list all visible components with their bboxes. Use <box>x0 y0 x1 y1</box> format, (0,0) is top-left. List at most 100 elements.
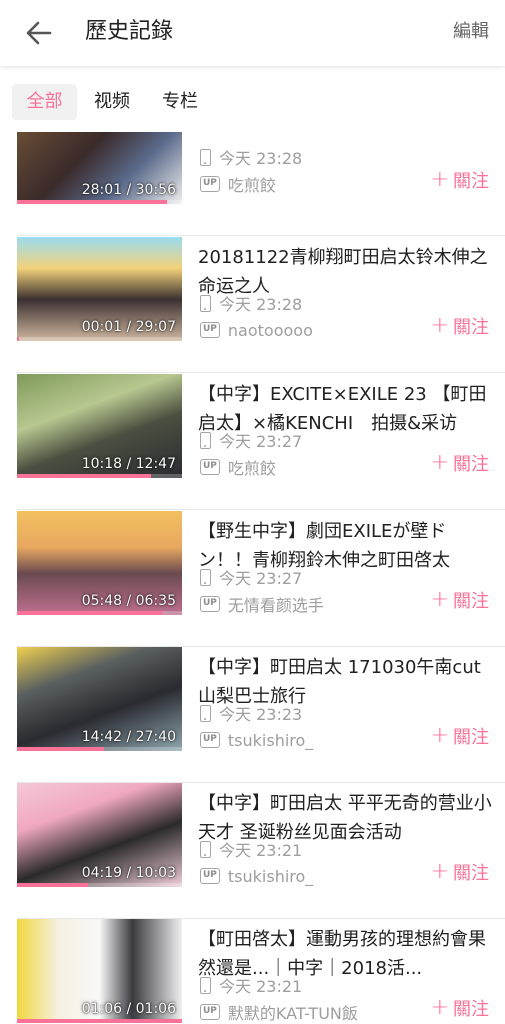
phone-icon <box>200 704 211 722</box>
filter-tabs: 全部 视频 专栏 <box>0 72 505 132</box>
follow-label: 關注 <box>453 727 489 748</box>
watch-progress-fill <box>17 474 151 478</box>
up-badge-icon: UP <box>200 868 220 884</box>
history-item[interactable]: 04:19 / 10:03 【中字】町田启太 平平无奇的营业小天才 圣诞粉丝见面… <box>0 783 505 919</box>
watch-time: 今天 23:28 <box>200 146 302 168</box>
watch-progress <box>17 611 182 615</box>
watch-time-label: 今天 23:27 <box>219 432 303 451</box>
up-badge-icon: UP <box>200 322 220 338</box>
uploader: UP tsukishiro_ <box>200 865 313 887</box>
follow-label: 關注 <box>453 863 489 884</box>
watch-time-label: 今天 23:21 <box>219 841 303 860</box>
plus-icon: + <box>430 313 449 338</box>
video-thumbnail[interactable]: 01:06 / 01:06 <box>17 919 182 1023</box>
uploader: UP 吃煎餃 <box>200 173 276 195</box>
watch-time: 今天 23:27 <box>200 429 302 451</box>
watch-time-label: 今天 23:21 <box>219 977 303 996</box>
up-badge-icon: UP <box>200 459 220 475</box>
edit-button[interactable]: 編輯 <box>453 18 489 46</box>
plus-icon: + <box>430 859 449 884</box>
watch-progress-fill <box>17 611 163 615</box>
duration-label: 14:42 / 27:40 <box>81 729 176 745</box>
uploader-name[interactable]: 无情看颜选手 <box>228 592 324 616</box>
follow-button[interactable]: + 關注 <box>431 994 489 1022</box>
watch-progress <box>17 883 182 887</box>
divider <box>17 372 505 373</box>
video-thumbnail[interactable]: 14:42 / 27:40 <box>17 647 182 751</box>
uploader-name[interactable]: tsukishiro_ <box>228 731 313 750</box>
watch-progress <box>17 200 182 204</box>
video-thumbnail[interactable]: 05:48 / 06:35 <box>17 511 182 615</box>
watch-time: 今天 23:21 <box>200 838 302 860</box>
follow-button[interactable]: + 關注 <box>431 166 489 194</box>
phone-icon <box>200 840 211 858</box>
follow-button[interactable]: + 關注 <box>431 449 489 477</box>
app-header: 歷史記錄 編輯 <box>0 0 505 66</box>
video-thumbnail[interactable]: 10:18 / 12:47 <box>17 374 182 478</box>
watch-time: 今天 23:21 <box>200 974 302 996</box>
follow-label: 關注 <box>453 454 489 475</box>
duration-label: 04:19 / 10:03 <box>81 865 176 881</box>
divider <box>17 509 505 510</box>
history-item[interactable]: 01:06 / 01:06 【町田啓太】運動男孩的理想約會果然還是...｜中字｜… <box>0 919 505 1024</box>
plus-icon: + <box>430 450 449 475</box>
video-thumbnail[interactable]: 04:19 / 10:03 <box>17 783 182 887</box>
history-item[interactable]: 14:42 / 27:40 【中字】町田启太 171030午南cut 山梨巴士旅… <box>0 647 505 783</box>
divider <box>17 235 505 236</box>
follow-label: 關注 <box>453 999 489 1020</box>
history-item[interactable]: 10:18 / 12:47 【中字】EXCITE×EXILE 23 【町田启太】… <box>0 374 505 510</box>
watch-time-label: 今天 23:27 <box>219 569 303 588</box>
plus-icon: + <box>430 167 449 192</box>
phone-icon <box>200 148 211 166</box>
watch-progress-fill <box>17 1019 182 1023</box>
arrow-left-icon[interactable] <box>22 16 56 50</box>
watch-progress-fill <box>17 747 105 751</box>
follow-button[interactable]: + 關注 <box>431 586 489 614</box>
follow-button[interactable]: + 關注 <box>431 858 489 886</box>
history-item[interactable]: 00:01 / 29:07 20181122青柳翔町田启太铃木伸之 命运之人 今… <box>0 237 505 373</box>
uploader-name[interactable]: naotooooo <box>228 321 313 340</box>
up-badge-icon: UP <box>200 176 220 192</box>
watch-time: 今天 23:28 <box>200 292 302 314</box>
watch-time-label: 今天 23:28 <box>219 149 303 168</box>
follow-label: 關注 <box>453 171 489 192</box>
watch-progress <box>17 474 182 478</box>
uploader-name[interactable]: 吃煎餃 <box>228 172 276 196</box>
watch-progress <box>17 747 182 751</box>
uploader-name[interactable]: 吃煎餃 <box>228 455 276 479</box>
tab-video[interactable]: 视频 <box>83 84 141 120</box>
plus-icon: + <box>430 587 449 612</box>
up-badge-icon: UP <box>200 596 220 612</box>
duration-label: 01:06 / 01:06 <box>81 1001 176 1017</box>
follow-button[interactable]: + 關注 <box>431 722 489 750</box>
tab-column[interactable]: 专栏 <box>151 84 209 120</box>
watch-progress-fill <box>17 337 19 341</box>
uploader-name[interactable]: 默默的KAT-TUN飯 <box>228 1000 358 1024</box>
history-item[interactable]: 05:48 / 06:35 【野生中字】劇団EXILEが壁ドン！！青柳翔鈴木伸之… <box>0 511 505 647</box>
watch-time-label: 今天 23:23 <box>219 705 303 724</box>
duration-label: 00:01 / 29:07 <box>81 319 176 335</box>
watch-progress-fill <box>17 883 88 887</box>
follow-label: 關注 <box>453 591 489 612</box>
duration-label: 10:18 / 12:47 <box>81 456 176 472</box>
plus-icon: + <box>430 995 449 1020</box>
history-list: 28:01 / 30:56 20200110 今天 23:28 UP 吃煎餃 +… <box>0 110 505 1024</box>
video-thumbnail[interactable]: 00:01 / 29:07 <box>17 237 182 341</box>
up-badge-icon: UP <box>200 732 220 748</box>
watch-time: 今天 23:23 <box>200 702 302 724</box>
uploader: UP 无情看颜选手 <box>200 593 324 615</box>
uploader: UP 吃煎餃 <box>200 456 276 478</box>
tab-all[interactable]: 全部 <box>12 84 77 120</box>
phone-icon <box>200 431 211 449</box>
watch-progress <box>17 337 182 341</box>
phone-icon <box>200 568 211 586</box>
follow-button[interactable]: + 關注 <box>431 312 489 340</box>
follow-label: 關注 <box>453 317 489 338</box>
uploader-name[interactable]: tsukishiro_ <box>228 867 313 886</box>
up-badge-icon: UP <box>200 1004 220 1020</box>
uploader: UP tsukishiro_ <box>200 729 313 751</box>
watch-progress-fill <box>17 200 168 204</box>
watch-time: 今天 23:27 <box>200 566 302 588</box>
duration-label: 05:48 / 06:35 <box>81 593 176 609</box>
duration-label: 28:01 / 30:56 <box>81 182 176 198</box>
